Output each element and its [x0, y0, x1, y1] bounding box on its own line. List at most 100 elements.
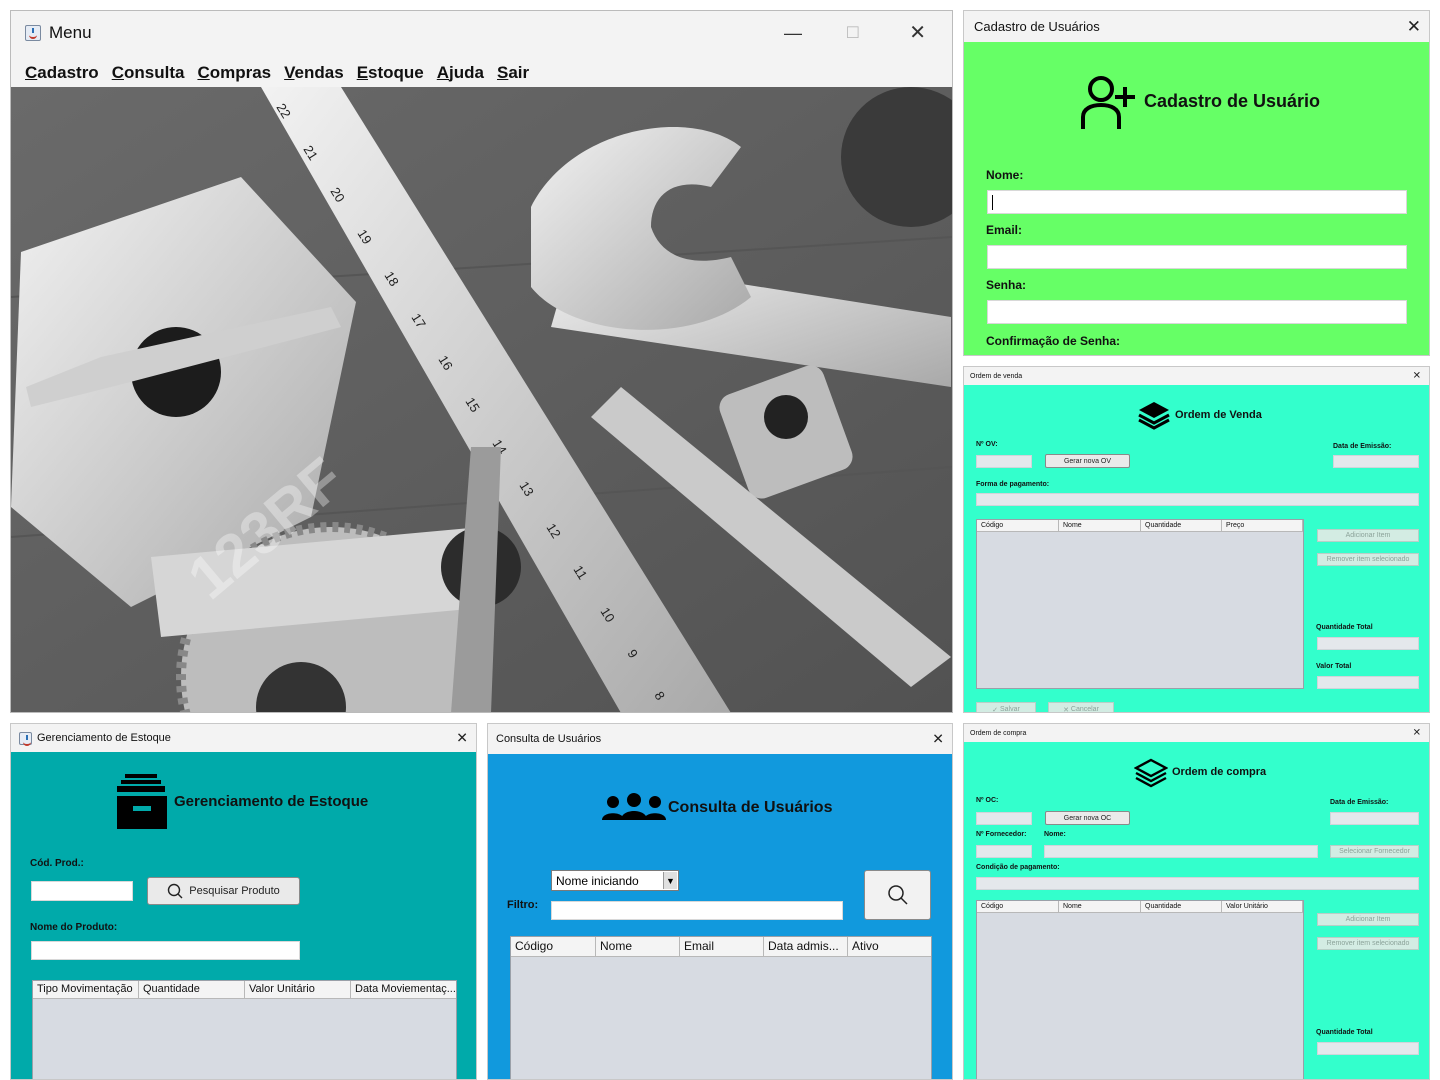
fornecedor-label: Nº Fornecedor:	[976, 831, 1027, 838]
itens-compra-table[interactable]: Código Nome Quantidade Valor Unitário	[976, 900, 1304, 1079]
nov-label: Nº OV:	[976, 441, 998, 448]
col-valor-unitario[interactable]: Valor Unitário	[245, 981, 351, 998]
col-valor-unitario[interactable]: Valor Unitário	[1222, 901, 1303, 912]
pesquisar-produto-button[interactable]: Pesquisar Produto	[147, 877, 300, 905]
adicionar-item-button[interactable]: Adicionar Item	[1317, 913, 1419, 926]
close-icon[interactable]: ✕	[456, 730, 468, 747]
noc-field[interactable]	[976, 812, 1032, 825]
ordem-compra-titlebar: Ordem de compra ✕	[964, 724, 1429, 742]
valor-total-field[interactable]	[1317, 676, 1419, 689]
quantidade-total-label: Quantidade Total	[1316, 624, 1373, 631]
x-icon: ✕	[1063, 706, 1071, 713]
check-icon: ✓	[992, 706, 1000, 713]
col-codigo[interactable]: Código	[977, 520, 1059, 531]
close-icon[interactable]: ✕	[1413, 728, 1421, 739]
java-app-icon	[25, 25, 41, 41]
itens-table-header: Código Nome Quantidade Preço	[977, 520, 1303, 532]
data-emissao-field[interactable]	[1333, 455, 1419, 468]
remover-item-button[interactable]: Remover item selecionado	[1317, 937, 1419, 950]
ordem-venda-titlebar: Ordem de venda ✕	[964, 367, 1429, 385]
nome-fornecedor-label: Nome:	[1044, 831, 1066, 838]
salvar-button[interactable]: ✓ Salvar	[976, 702, 1036, 713]
col-ativo[interactable]: Ativo	[848, 937, 931, 956]
quantidade-total-label: Quantidade Total	[1316, 1029, 1373, 1036]
ordem-venda-window: Ordem de venda ✕ Ordem de Venda Nº OV: G…	[963, 366, 1430, 713]
senha-input[interactable]	[987, 300, 1407, 324]
fornecedor-field[interactable]	[976, 845, 1032, 858]
menu-titlebar: Menu — ☐ ✕	[11, 11, 952, 55]
chevron-down-icon[interactable]: ▼	[663, 872, 677, 889]
usuarios-table[interactable]: Código Nome Email Data admis... Ativo	[510, 936, 932, 1079]
filtro-input[interactable]	[551, 901, 843, 920]
col-nome[interactable]: Nome	[1059, 901, 1141, 912]
filter-type-value: Nome iniciando	[556, 873, 639, 888]
add-user-icon	[1079, 73, 1137, 136]
col-codigo[interactable]: Código	[511, 937, 596, 956]
adicionar-item-button[interactable]: Adicionar Item	[1317, 529, 1419, 542]
col-preco[interactable]: Preço	[1222, 520, 1303, 531]
forma-pagamento-field[interactable]	[976, 493, 1419, 506]
col-data-admissao[interactable]: Data admis...	[764, 937, 848, 956]
menu-estoque[interactable]: Estoque	[357, 63, 424, 83]
cadastro-heading: Cadastro de Usuário	[1144, 91, 1321, 111]
filter-type-dropdown[interactable]: Nome iniciando ▼	[551, 870, 679, 891]
cadastro-usuarios-window: Cadastro de Usuários ✕ Cadastro de Usuár…	[963, 10, 1430, 356]
menu-ajuda[interactable]: Ajuda	[437, 63, 484, 83]
col-quantidade[interactable]: Quantidade	[1141, 520, 1222, 531]
gerar-ov-button[interactable]: Gerar nova OV	[1045, 454, 1130, 468]
itens-table[interactable]: Código Nome Quantidade Preço	[976, 519, 1304, 689]
data-emissao-label: Data de Emissão:	[1333, 443, 1392, 450]
email-input[interactable]	[987, 245, 1407, 269]
nome-produto-label: Nome do Produto:	[30, 922, 118, 933]
nome-produto-input[interactable]	[31, 941, 300, 960]
condicao-pagamento-field[interactable]	[976, 877, 1419, 890]
selecionar-fornecedor-button[interactable]: Selecionar Fornecedor	[1330, 845, 1419, 858]
cancelar-button[interactable]: ✕ Cancelar	[1048, 702, 1114, 713]
data-emissao-label: Data de Emissão:	[1330, 799, 1389, 806]
col-data-movimentacao[interactable]: Data Moviementaç...	[351, 981, 456, 998]
data-emissao-field[interactable]	[1330, 812, 1419, 825]
ordem-venda-window-title: Ordem de venda	[970, 372, 1023, 380]
noc-label: Nº OC:	[976, 797, 999, 804]
gerar-oc-button[interactable]: Gerar nova OC	[1045, 811, 1130, 825]
condicao-pagamento-label: Condição de pagamento:	[976, 864, 1060, 871]
col-nome[interactable]: Nome	[596, 937, 680, 956]
archive-drawer-icon	[115, 772, 173, 837]
close-icon[interactable]: ✕	[932, 731, 944, 748]
nov-field[interactable]	[976, 455, 1032, 468]
usuarios-table-header: Código Nome Email Data admis... Ativo	[511, 937, 931, 957]
search-icon	[168, 883, 183, 899]
menu-sair[interactable]: Sair	[497, 63, 529, 83]
movimentacao-table[interactable]: Tipo Movimentação Quantidade Valor Unitá…	[32, 980, 457, 1079]
col-nome[interactable]: Nome	[1059, 520, 1141, 531]
remover-item-button[interactable]: Remover item selecionado	[1317, 553, 1419, 566]
menu-compras[interactable]: Compras	[197, 63, 271, 83]
col-email[interactable]: Email	[680, 937, 764, 956]
cod-prod-label: Cód. Prod.:	[30, 858, 84, 869]
quantidade-total-field[interactable]	[1317, 637, 1419, 650]
quantidade-total-field[interactable]	[1317, 1042, 1419, 1055]
nome-fornecedor-field[interactable]	[1044, 845, 1318, 858]
col-quantidade[interactable]: Quantidade	[139, 981, 245, 998]
minimize-icon[interactable]: —	[784, 23, 802, 44]
search-button[interactable]	[864, 870, 931, 920]
menu-cadastro[interactable]: Cadastro	[25, 63, 99, 83]
col-quantidade[interactable]: Quantidade	[1141, 901, 1222, 912]
menu-window-title: Menu	[49, 23, 92, 42]
movimentacao-table-header: Tipo Movimentação Quantidade Valor Unitá…	[33, 981, 456, 999]
menu-consulta[interactable]: Consulta	[112, 63, 185, 83]
col-codigo[interactable]: Código	[977, 901, 1059, 912]
col-tipo-movimentacao[interactable]: Tipo Movimentação	[33, 981, 139, 998]
nome-input[interactable]	[987, 190, 1407, 214]
maximize-icon[interactable]: ☐	[846, 23, 860, 43]
tools-background-image: 22 21 20 19 18 17 16 15 14 13 12 11 10 9 8 123RF	[11, 87, 952, 712]
estoque-heading: Gerenciamento de Estoque	[174, 793, 369, 810]
close-icon[interactable]: ✕	[1413, 371, 1421, 382]
ordem-compra-heading: Ordem de compra	[1172, 766, 1267, 778]
close-icon[interactable]: ✕	[1407, 17, 1421, 37]
cod-prod-input[interactable]	[31, 881, 133, 901]
close-icon[interactable]: ✕	[909, 20, 926, 45]
menu-vendas[interactable]: Vendas	[284, 63, 344, 83]
cancelar-label: Cancelar	[1070, 706, 1099, 713]
cadastro-window-title: Cadastro de Usuários	[974, 19, 1100, 34]
